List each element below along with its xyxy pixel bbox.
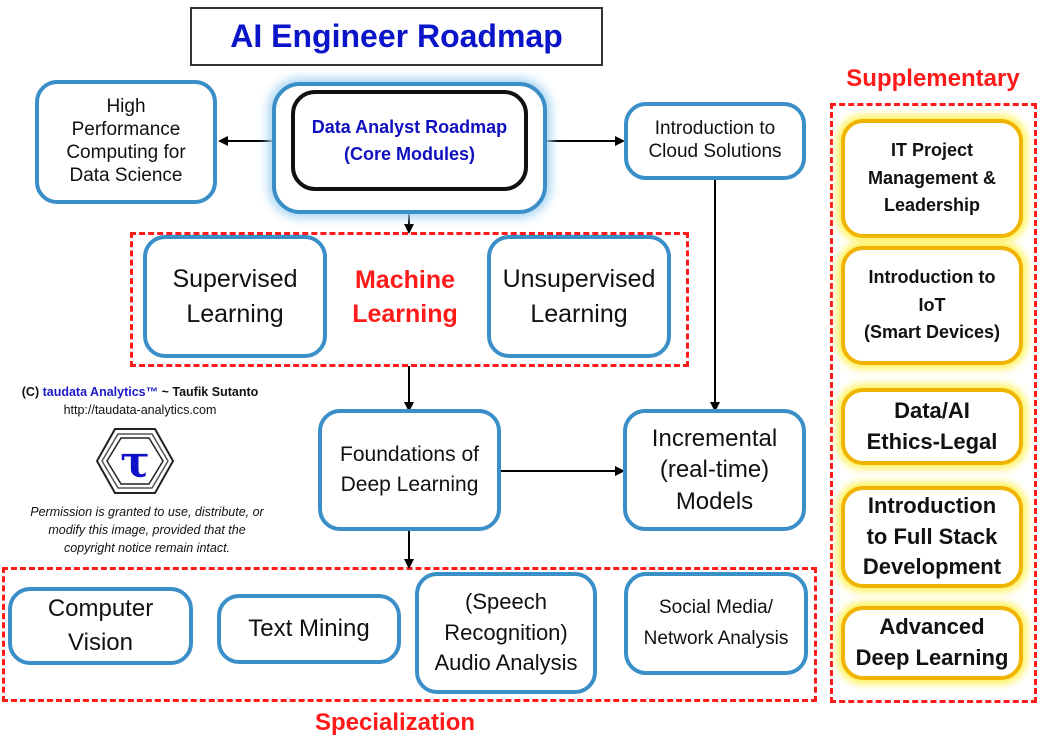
supplementary-label: Supplementary — [846, 65, 1020, 92]
permission-line: Permission is granted to use, distribute… — [30, 505, 264, 519]
specialization-label: Specialization — [314, 709, 476, 736]
sup-line: Development — [862, 554, 1002, 580]
hpc-node[interactable]: High Performance Computing for Data Scie… — [35, 80, 217, 204]
sup-line: Advanced — [879, 614, 985, 640]
ml-label-line: Machine — [354, 265, 456, 294]
permission-line: modify this image, provided that the — [48, 523, 246, 538]
cloud-line: Cloud Solutions — [648, 141, 782, 162]
hpc-line: Performance — [71, 119, 181, 141]
sup-line: Data/AI — [894, 397, 970, 423]
brand-name: taudata Analytics™ — [42, 385, 159, 399]
tau-glyph: τ — [120, 437, 150, 488]
deep-learning-node[interactable]: Foundations of Deep Learning — [318, 409, 501, 531]
incremental-line: Incremental — [651, 425, 778, 453]
permission-line: copyright notice remain intact. — [63, 541, 231, 556]
spec-line: Computer — [47, 595, 154, 623]
machine-learning-label: Machine Learning — [330, 260, 480, 335]
cloud-node[interactable]: Introduction to Cloud Solutions — [624, 102, 806, 180]
supplementary-iot[interactable]: Introduction to IoT (Smart Devices) — [841, 246, 1023, 365]
ml-label-line: Learning — [352, 299, 458, 328]
cloud-line: Introduction to — [654, 118, 776, 140]
sup-line: Ethics-Legal — [866, 428, 998, 454]
sup-line: (Smart Devices) — [863, 322, 1001, 343]
spec-line: Recognition) — [444, 619, 568, 645]
supervised-learning-node[interactable]: Supervised Learning — [143, 235, 327, 358]
spec-line: (Speech — [465, 588, 547, 614]
sup-line: Management & — [867, 167, 997, 188]
taudata-logo: τ — [95, 427, 175, 495]
sup-line: to Full Stack — [866, 523, 998, 549]
supplementary-full-stack[interactable]: Introduction to Full Stack Development — [841, 486, 1023, 588]
spec-line: Network Analysis — [643, 627, 789, 649]
copyright-prefix: (C) — [21, 385, 43, 399]
supervised-line: Learning — [186, 299, 284, 328]
hexagon-logo-icon: τ — [95, 428, 175, 494]
unsupervised-line: Learning — [530, 299, 628, 328]
unsupervised-line: Unsupervised — [502, 264, 656, 293]
unsupervised-learning-node[interactable]: Unsupervised Learning — [487, 235, 671, 358]
core-line: Data Analyst Roadmap — [311, 116, 508, 137]
specialization-audio-analysis[interactable]: (Speech Recognition) Audio Analysis — [415, 572, 597, 694]
permission-notice: Permission is granted to use, distribute… — [0, 503, 294, 557]
supplementary-ethics-legal[interactable]: Data/AI Ethics-Legal — [841, 388, 1023, 465]
hpc-line: Data Science — [69, 164, 183, 186]
sup-line: Deep Learning — [855, 645, 1009, 670]
sup-line: Introduction to — [868, 266, 996, 287]
incremental-models-node[interactable]: Incremental (real-time) Models — [623, 409, 806, 531]
incremental-line: Models — [675, 487, 754, 515]
copyright-line: (C) taudata Analytics™ ~ Taufik Sutanto — [0, 385, 280, 399]
spec-line: Social Media/ — [658, 597, 774, 619]
specialization-computer-vision[interactable]: Computer Vision — [8, 587, 193, 665]
incremental-line: (real-time) — [659, 456, 770, 484]
supplementary-it-project-management[interactable]: IT Project Management & Leadership — [841, 119, 1023, 238]
hpc-line: High — [106, 96, 146, 118]
supplementary-advanced-deep-learning[interactable]: Advanced Deep Learning — [841, 606, 1023, 680]
sup-line: IT Project — [890, 139, 974, 160]
sup-line: IoT — [918, 294, 946, 315]
sup-line: Introduction — [867, 492, 997, 518]
website-link[interactable]: http://taudata-analytics.com — [0, 403, 280, 417]
hpc-line: Computing for — [66, 142, 186, 163]
specialization-network-analysis[interactable]: Social Media/ Network Analysis — [624, 572, 808, 675]
author-name: ~ Taufik Sutanto — [158, 385, 259, 399]
core-line: (Core Modules) — [343, 143, 475, 164]
spec-line: Vision — [68, 629, 133, 656]
sup-line: Leadership — [883, 195, 981, 216]
supervised-line: Supervised — [172, 264, 298, 293]
spec-line: Audio Analysis — [434, 650, 578, 676]
spec-line: Text Mining — [248, 614, 370, 642]
specialization-text-mining[interactable]: Text Mining — [217, 594, 401, 664]
dl-line: Deep Learning — [340, 473, 479, 496]
core-node[interactable]: Data Analyst Roadmap (Core Modules) — [291, 90, 528, 191]
dl-line: Foundations of — [340, 442, 479, 466]
